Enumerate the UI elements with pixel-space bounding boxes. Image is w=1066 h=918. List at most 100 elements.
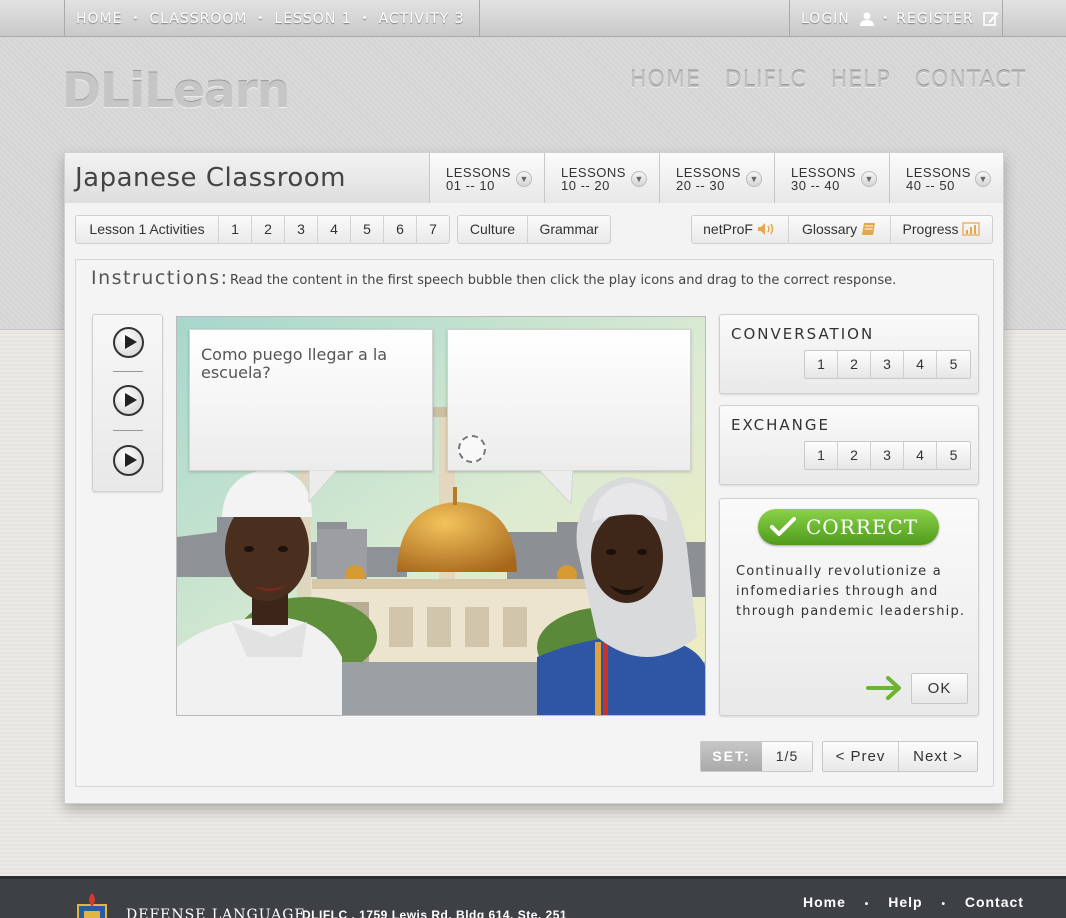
exchange-title: EXCHANGE — [731, 416, 830, 434]
play-audio-1-button[interactable] — [113, 327, 144, 358]
footer-contact-link[interactable]: Contact — [965, 894, 1024, 910]
activity-3-button[interactable]: 3 — [285, 216, 318, 243]
exchange-3-button[interactable]: 3 — [871, 442, 904, 469]
correct-label: CORRECT — [806, 515, 919, 539]
footer-links: Home • Help • Contact — [803, 894, 1024, 910]
instructions-text: Read the content in the first speech bub… — [230, 273, 897, 288]
lesson-tab-range: 20 -- 30 — [676, 178, 725, 193]
login-label: LOGIN — [801, 10, 850, 27]
breadcrumb-home[interactable]: HOME — [76, 11, 122, 27]
lesson-tab-10-20[interactable]: LESSONS 10 -- 20 ▼ — [544, 153, 659, 203]
lesson-tab-range: 01 -- 10 — [446, 178, 495, 193]
prompt-text: Como puego llegar a la escuela? — [201, 345, 388, 382]
next-button[interactable]: Next > — [899, 742, 977, 771]
lesson-tab-01-10[interactable]: LESSONS 01 -- 10 ▼ — [429, 153, 544, 203]
footer-help-link[interactable]: Help — [888, 894, 922, 910]
nav-contact[interactable]: CONTACT — [915, 68, 1026, 93]
breadcrumb-separator: • — [361, 13, 369, 24]
play-audio-2-button[interactable] — [113, 385, 144, 416]
culture-button[interactable]: Culture — [458, 216, 528, 243]
nav-help[interactable]: HELP — [831, 68, 891, 93]
conversation-4-button[interactable]: 4 — [904, 351, 937, 378]
footer-home-link[interactable]: Home — [803, 894, 846, 910]
user-icon — [860, 12, 875, 26]
conversation-2-button[interactable]: 2 — [838, 351, 871, 378]
glossary-button[interactable]: Glossary — [789, 216, 891, 243]
nav-dliflc[interactable]: DLIFLC — [725, 68, 807, 93]
register-link[interactable]: REGISTER — [896, 11, 999, 27]
conversation-title: CONVERSATION — [731, 325, 875, 343]
nav-home[interactable]: HOME — [630, 68, 701, 93]
exchange-2-button[interactable]: 2 — [838, 442, 871, 469]
site-logo[interactable]: DLiLearn — [62, 64, 290, 119]
activity-1-button[interactable]: 1 — [219, 216, 252, 243]
speech-bubble-prompt: Como puego llegar a la escuela? — [189, 329, 433, 471]
exchange-1-button[interactable]: 1 — [805, 442, 838, 469]
feedback-panel: CORRECT Continually revolutionize a info… — [719, 498, 979, 716]
dialogue-scene: Como puego llegar a la escuela? — [176, 316, 706, 716]
glossary-label: Glossary — [801, 221, 858, 237]
footer-address: DLIFLC . 1759 Lewis Rd. Bldg 614, Ste. 2… — [302, 908, 568, 918]
progress-button[interactable]: Progress — [891, 216, 992, 243]
chevron-down-icon: ▼ — [516, 171, 532, 187]
exchange-selector: 1 2 3 4 5 — [804, 441, 971, 470]
classroom-header: Japanese Classroom LESSONS 01 -- 10 ▼ LE… — [65, 153, 1003, 203]
footer-separator: • — [941, 899, 946, 910]
speaker-icon — [757, 223, 774, 235]
ok-button[interactable]: OK — [911, 673, 968, 704]
chevron-down-icon: ▼ — [975, 171, 991, 187]
pager: < Prev Next > — [822, 741, 978, 772]
edit-icon — [983, 12, 999, 26]
divider — [113, 371, 143, 372]
login-link[interactable]: LOGIN — [801, 11, 875, 27]
conversation-1-button[interactable]: 1 — [805, 351, 838, 378]
footer: DEFENSE LANGUAGE DLIFLC . 1759 Lewis Rd.… — [0, 876, 1066, 918]
breadcrumb-activity[interactable]: ACTIVITY 3 — [379, 11, 465, 27]
activity-6-button[interactable]: 6 — [384, 216, 417, 243]
breadcrumb-lesson[interactable]: LESSON 1 — [274, 11, 351, 27]
lesson-tab-20-30[interactable]: LESSONS 20 -- 30 ▼ — [659, 153, 774, 203]
netprof-button[interactable]: netProF — [692, 216, 789, 243]
exchange-5-button[interactable]: 5 — [937, 442, 970, 469]
chevron-down-icon: ▼ — [631, 171, 647, 187]
audio-choices — [92, 314, 163, 492]
footer-separator: • — [864, 899, 870, 910]
register-label: REGISTER — [896, 10, 974, 27]
activity-5-button[interactable]: 5 — [351, 216, 384, 243]
lesson-tab-40-50[interactable]: LESSONS 40 -- 50 ▼ — [889, 153, 1003, 203]
conversation-5-button[interactable]: 5 — [937, 351, 970, 378]
conversation-panel: CONVERSATION 1 2 3 4 5 — [719, 314, 979, 394]
chevron-down-icon: ▼ — [746, 171, 762, 187]
activity-7-button[interactable]: 7 — [417, 216, 449, 243]
arrow-right-icon — [866, 676, 901, 700]
divider — [113, 430, 143, 431]
breadcrumb-separator: • — [257, 13, 265, 24]
account-links: LOGIN • REGISTER — [789, 0, 1003, 37]
set-indicator: SET: 1/5 — [700, 741, 813, 772]
top-bar: HOME • CLASSROOM • LESSON 1 • ACTIVITY 3… — [0, 0, 1066, 37]
lesson-tab-range: 10 -- 20 — [561, 178, 610, 193]
netprof-label: netProF — [703, 221, 753, 237]
breadcrumb-classroom[interactable]: CLASSROOM — [149, 11, 247, 27]
feedback-message: Continually revolutionize a infomediarie… — [736, 564, 966, 619]
grammar-button[interactable]: Grammar — [528, 216, 610, 243]
play-audio-3-button[interactable] — [113, 445, 144, 476]
correct-badge: CORRECT — [758, 509, 939, 545]
lesson-activities-button[interactable]: Lesson 1 Activities — [76, 216, 219, 243]
tools-nav: netProF Glossary Progress — [691, 215, 993, 244]
main-nav: HOME DLIFLC HELP CONTACT — [630, 68, 1026, 93]
prev-button[interactable]: < Prev — [823, 742, 899, 771]
activity-4-button[interactable]: 4 — [318, 216, 351, 243]
drop-target-icon[interactable] — [458, 435, 486, 463]
topics-nav: Culture Grammar — [457, 215, 611, 244]
chevron-down-icon: ▼ — [861, 171, 877, 187]
conversation-3-button[interactable]: 3 — [871, 351, 904, 378]
activity-2-button[interactable]: 2 — [252, 216, 285, 243]
lesson-tab-range: 40 -- 50 — [906, 178, 955, 193]
exchange-4-button[interactable]: 4 — [904, 442, 937, 469]
activities-nav: Lesson 1 Activities 1 2 3 4 5 6 7 — [75, 215, 450, 244]
speech-bubble-response-dropzone[interactable] — [447, 329, 691, 471]
lesson-tab-range: 30 -- 40 — [791, 178, 840, 193]
lesson-tab-30-40[interactable]: LESSONS 30 -- 40 ▼ — [774, 153, 889, 203]
breadcrumb: HOME • CLASSROOM • LESSON 1 • ACTIVITY 3 — [64, 0, 480, 37]
